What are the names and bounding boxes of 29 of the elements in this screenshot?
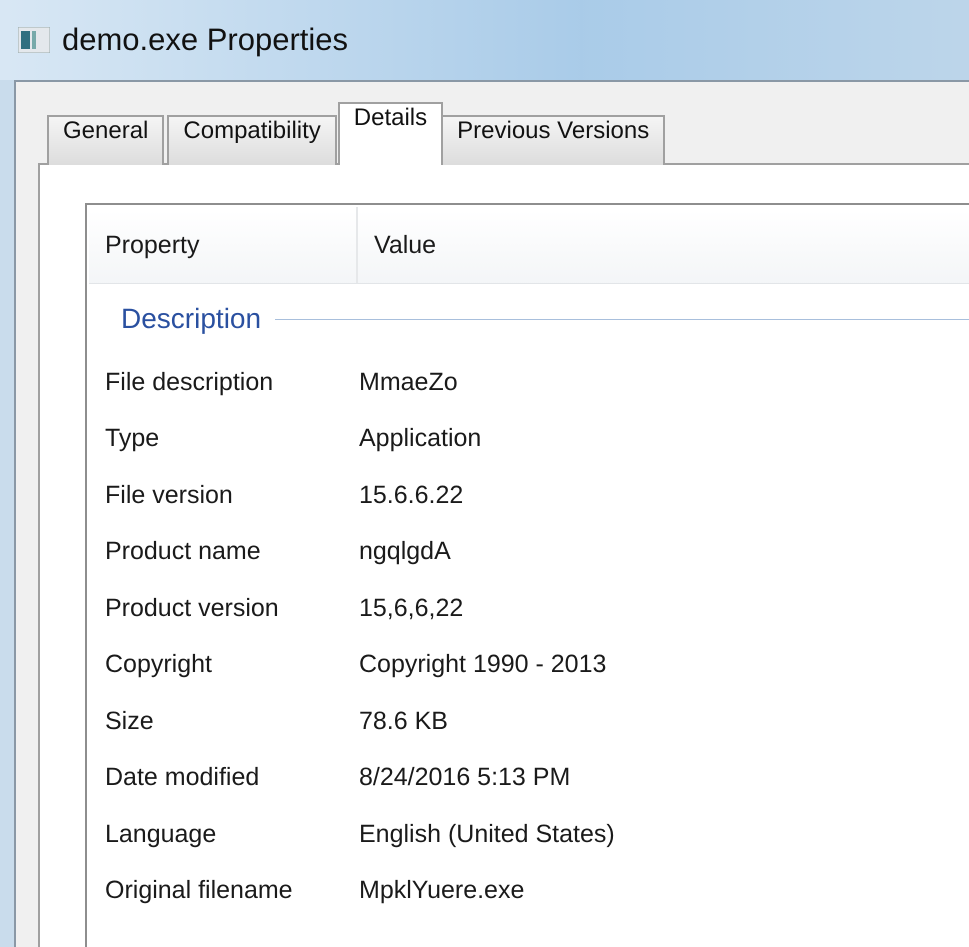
column-header[interactable]: Value [358,207,436,283]
tab[interactable]: General [47,115,164,165]
property-value: 15.6.6.22 [359,480,464,510]
property-value: MmaeZo [359,368,458,397]
tab[interactable]: Previous Versions [441,115,666,165]
property-name: Original filename [104,876,294,906]
window-icon [18,27,50,53]
property-value: 15,6,6,22 [359,594,464,623]
property-name: Type [104,424,160,454]
group-heading: Description [121,303,262,335]
property-name: Product name [104,537,262,566]
property-name: Language [104,820,218,849]
property-name: File description [104,368,274,397]
property-value: MpklYuere.exe [359,876,524,906]
window-title: demo.exe Properties [62,22,348,58]
property-name: Copyright [104,650,213,680]
column-header[interactable]: Property [89,207,358,283]
property-name: Date modified [104,763,260,792]
tab[interactable]: Details [338,102,444,165]
property-name: File version [104,480,234,510]
property-value: 78.6 KB [359,706,448,736]
property-value: Application [359,424,482,454]
property-name: Size [104,706,155,736]
property-value: English (United States) [359,820,615,849]
property-name: Product version [104,594,280,623]
property-value: 8/24/2016 5:13 PM [359,763,570,792]
tab[interactable]: Compatibility [167,115,337,165]
property-value: Copyright 1990 - 2013 [359,650,606,680]
property-value: ngqlgdA [359,537,451,566]
